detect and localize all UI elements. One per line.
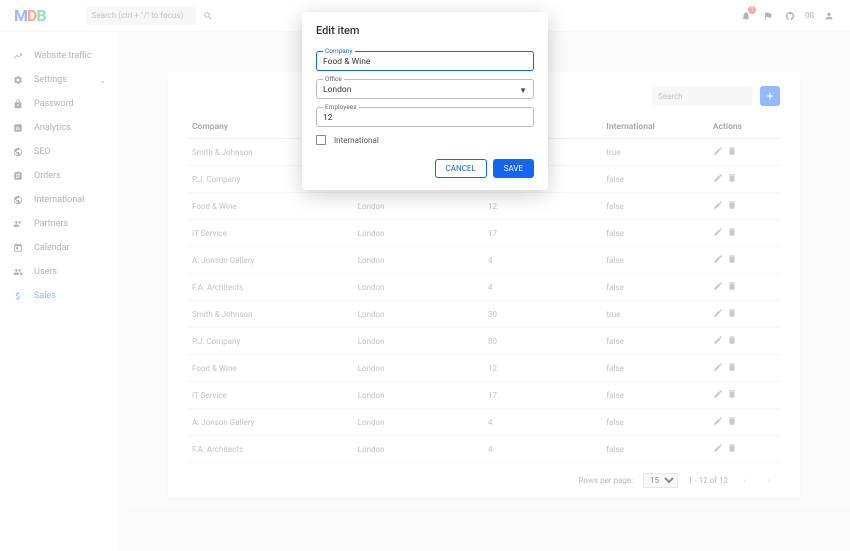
office-value: London xyxy=(323,85,527,95)
company-label: Company xyxy=(323,47,355,55)
cancel-button[interactable]: CANCEL xyxy=(435,159,487,178)
company-field[interactable]: Company xyxy=(316,51,534,71)
modal-title: Edit item xyxy=(316,24,534,37)
checkbox-icon[interactable] xyxy=(316,135,326,145)
employees-field[interactable]: Employees xyxy=(316,107,534,127)
save-button[interactable]: SAVE xyxy=(493,159,534,178)
employees-label: Employees xyxy=(323,103,359,111)
office-field[interactable]: Office London ▼ xyxy=(316,79,534,99)
international-label: International xyxy=(334,136,379,145)
edit-item-modal: Edit item Company Office London ▼ Employ… xyxy=(302,12,548,190)
international-checkbox-row[interactable]: International xyxy=(316,135,534,145)
company-input[interactable] xyxy=(323,57,527,67)
office-label: Office xyxy=(323,75,344,83)
caret-down-icon: ▼ xyxy=(519,86,527,95)
employees-input[interactable] xyxy=(323,113,527,123)
